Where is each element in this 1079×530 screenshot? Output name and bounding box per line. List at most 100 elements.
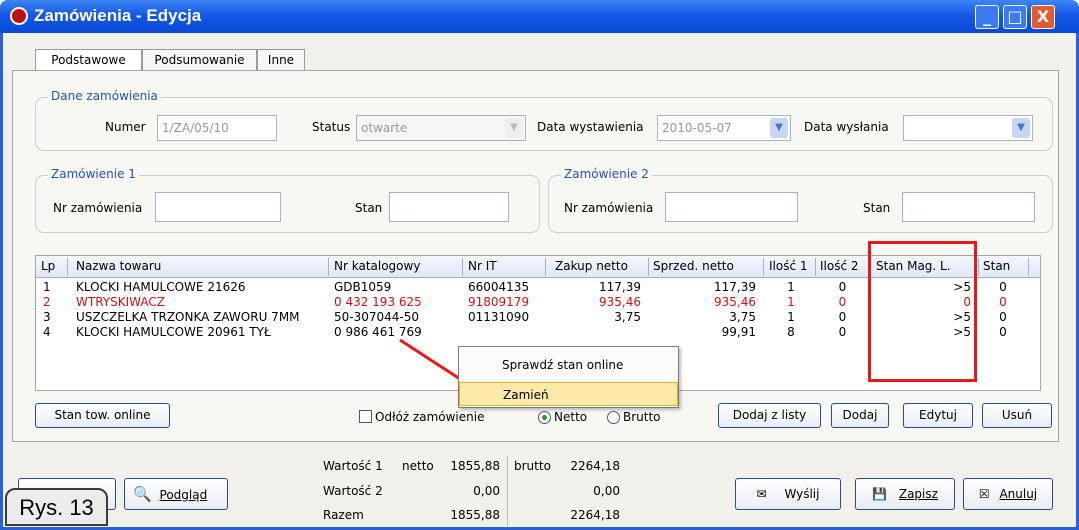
- column-separator: [462, 258, 463, 276]
- radio-dot: [542, 415, 547, 420]
- usun-button[interactable]: Usuń: [982, 403, 1052, 428]
- brutto-radio[interactable]: [607, 411, 620, 424]
- col-nr-katalogowy[interactable]: Nr katalogowy: [334, 259, 420, 273]
- zapisz-button[interactable]: 💾 Zapisz: [855, 478, 955, 510]
- netto-value-1: 1855,88: [450, 459, 500, 473]
- cell-kat: GDB1059: [334, 280, 392, 294]
- cell-zakup: 935,46: [599, 295, 641, 309]
- cell-nazwa: WTRYSKIWACZ: [76, 295, 165, 309]
- column-separator: [648, 258, 649, 276]
- edytuj-button[interactable]: Edytuj: [903, 403, 973, 428]
- tab-inne[interactable]: Inne: [257, 49, 305, 71]
- nr-zamowienia-2-field[interactable]: [665, 192, 798, 222]
- app-icon: [10, 7, 28, 25]
- cell-il2: 0: [838, 325, 847, 339]
- netto-label: Netto: [554, 410, 588, 424]
- cell-lp: 2: [43, 295, 51, 309]
- tab-podstawowe[interactable]: Podstawowe: [35, 49, 142, 72]
- group-title: Dane zamówienia: [48, 89, 161, 103]
- cell-lp: 1: [43, 280, 51, 294]
- data-wystawienia-field[interactable]: 2010-05-07 ▼: [657, 115, 791, 141]
- numer-field[interactable]: 1/ZA/05/10: [157, 115, 277, 141]
- cell-stan: 0: [999, 310, 1007, 324]
- window-title: Zamówienia - Edycja: [34, 6, 202, 25]
- close-button[interactable]: X: [1031, 5, 1055, 29]
- nr-zamowienia-1-label: Nr zamówienia: [53, 201, 143, 215]
- stan-1-field[interactable]: [389, 192, 509, 222]
- cell-sprzed: 99,91: [721, 325, 756, 339]
- cell-sprzed: 935,46: [714, 295, 756, 309]
- cell-zakup: 3,75: [614, 310, 641, 324]
- column-separator: [67, 258, 68, 276]
- data-wyslania-label: Data wysłania: [804, 120, 889, 134]
- cell-lp: 3: [43, 310, 51, 324]
- group-title: Zamówienie 1: [48, 167, 139, 181]
- context-menu: Sprawdź stan online Zamień: [458, 346, 679, 408]
- col-zakup-netto[interactable]: Zakup netto: [555, 259, 628, 273]
- cell-il1: 1: [787, 280, 795, 294]
- brutto-label: Brutto: [623, 410, 661, 424]
- cell-il2: 0: [838, 280, 847, 294]
- data-wyslania-field[interactable]: ▼: [903, 115, 1033, 141]
- stan-tow-online-button[interactable]: Stan tow. online: [35, 403, 170, 428]
- netto-value-2: 0,00: [473, 484, 500, 498]
- tab-podsumowanie[interactable]: Podsumowanie: [142, 49, 257, 71]
- brutto-value-3: 2264,18: [570, 508, 620, 522]
- col-stan[interactable]: Stan: [983, 259, 1010, 273]
- stan-2-field[interactable]: [902, 192, 1035, 222]
- cell-it: 91809179: [468, 295, 530, 309]
- nr-zamowienia-1-field[interactable]: [155, 192, 281, 222]
- stan-1-label: Stan: [355, 201, 383, 215]
- save-icon: 💾: [872, 487, 888, 501]
- col-lp[interactable]: Lp: [41, 259, 55, 273]
- dodaj-z-listy-button[interactable]: Dodaj z listy: [718, 403, 821, 428]
- maximize-button[interactable]: □: [1003, 5, 1027, 29]
- cell-lp: 4: [43, 325, 51, 339]
- numer-label: Numer: [105, 120, 146, 134]
- col-nr-it[interactable]: Nr IT: [468, 259, 497, 273]
- column-separator: [763, 258, 764, 276]
- cell-stan: 0: [999, 295, 1007, 309]
- cell-il1: 1: [787, 310, 795, 324]
- menu-item-zamien[interactable]: Zamień: [459, 382, 678, 406]
- odloz-checkbox[interactable]: [359, 410, 372, 423]
- cell-stan: 0: [999, 325, 1007, 339]
- razem-label: Razem: [323, 508, 364, 522]
- nr-zamowienia-2-label: Nr zamówienia: [564, 201, 654, 215]
- group-title: Zamówienie 2: [561, 167, 652, 181]
- column-separator: [545, 258, 546, 276]
- odloz-label: Odłóż zamówienie: [375, 410, 485, 424]
- cell-il1: 1: [787, 295, 795, 309]
- anuluj-button[interactable]: ☒ Anuluj: [963, 478, 1053, 510]
- cell-nazwa: KLOCKI HAMULCOWE 21626: [76, 280, 246, 294]
- cell-il1: 8: [787, 325, 795, 339]
- cell-zakup: 117,39: [599, 280, 641, 294]
- wyslij-button[interactable]: ✉ Wyślij: [735, 478, 841, 510]
- cell-it: 01131090: [468, 310, 530, 324]
- minimize-button[interactable]: _: [975, 5, 999, 29]
- wartosc-1-label: Wartość 1: [323, 459, 383, 473]
- chevron-down-icon: ▼: [505, 118, 523, 138]
- brutto-value-2: 0,00: [593, 484, 620, 498]
- podglad-button[interactable]: 🔍 Podgląd: [124, 478, 228, 510]
- cell-nazwa: KLOCKI HAMULCOWE 20961 TYŁ: [76, 325, 271, 339]
- col-ilosc-1[interactable]: Ilość 1: [769, 259, 808, 273]
- chevron-down-icon[interactable]: ▼: [770, 118, 788, 138]
- menu-item-sprawdz-stan[interactable]: Sprawdź stan online: [459, 353, 678, 377]
- column-separator: [815, 258, 816, 276]
- status-label: Status: [312, 120, 351, 134]
- cell-kat: 0 432 193 625: [334, 295, 422, 309]
- dodaj-button[interactable]: Dodaj: [831, 403, 889, 428]
- status-select[interactable]: otwarte ▼: [356, 115, 526, 141]
- cell-stan: 0: [999, 280, 1007, 294]
- wartosc-2-label: Wartość 2: [323, 484, 383, 498]
- magnifier-icon: 🔍: [133, 485, 152, 503]
- chevron-down-icon[interactable]: ▼: [1012, 118, 1030, 138]
- col-ilosc-2[interactable]: Ilość 2: [820, 259, 859, 273]
- send-icon: ✉: [756, 487, 767, 501]
- col-sprzed-netto[interactable]: Sprzed. netto: [653, 259, 734, 273]
- title-bar: Zamówienia - Edycja _ □ X: [0, 0, 1079, 33]
- col-nazwa[interactable]: Nazwa towaru: [76, 259, 161, 273]
- highlight-box: [868, 241, 977, 382]
- netto-radio[interactable]: [538, 411, 551, 424]
